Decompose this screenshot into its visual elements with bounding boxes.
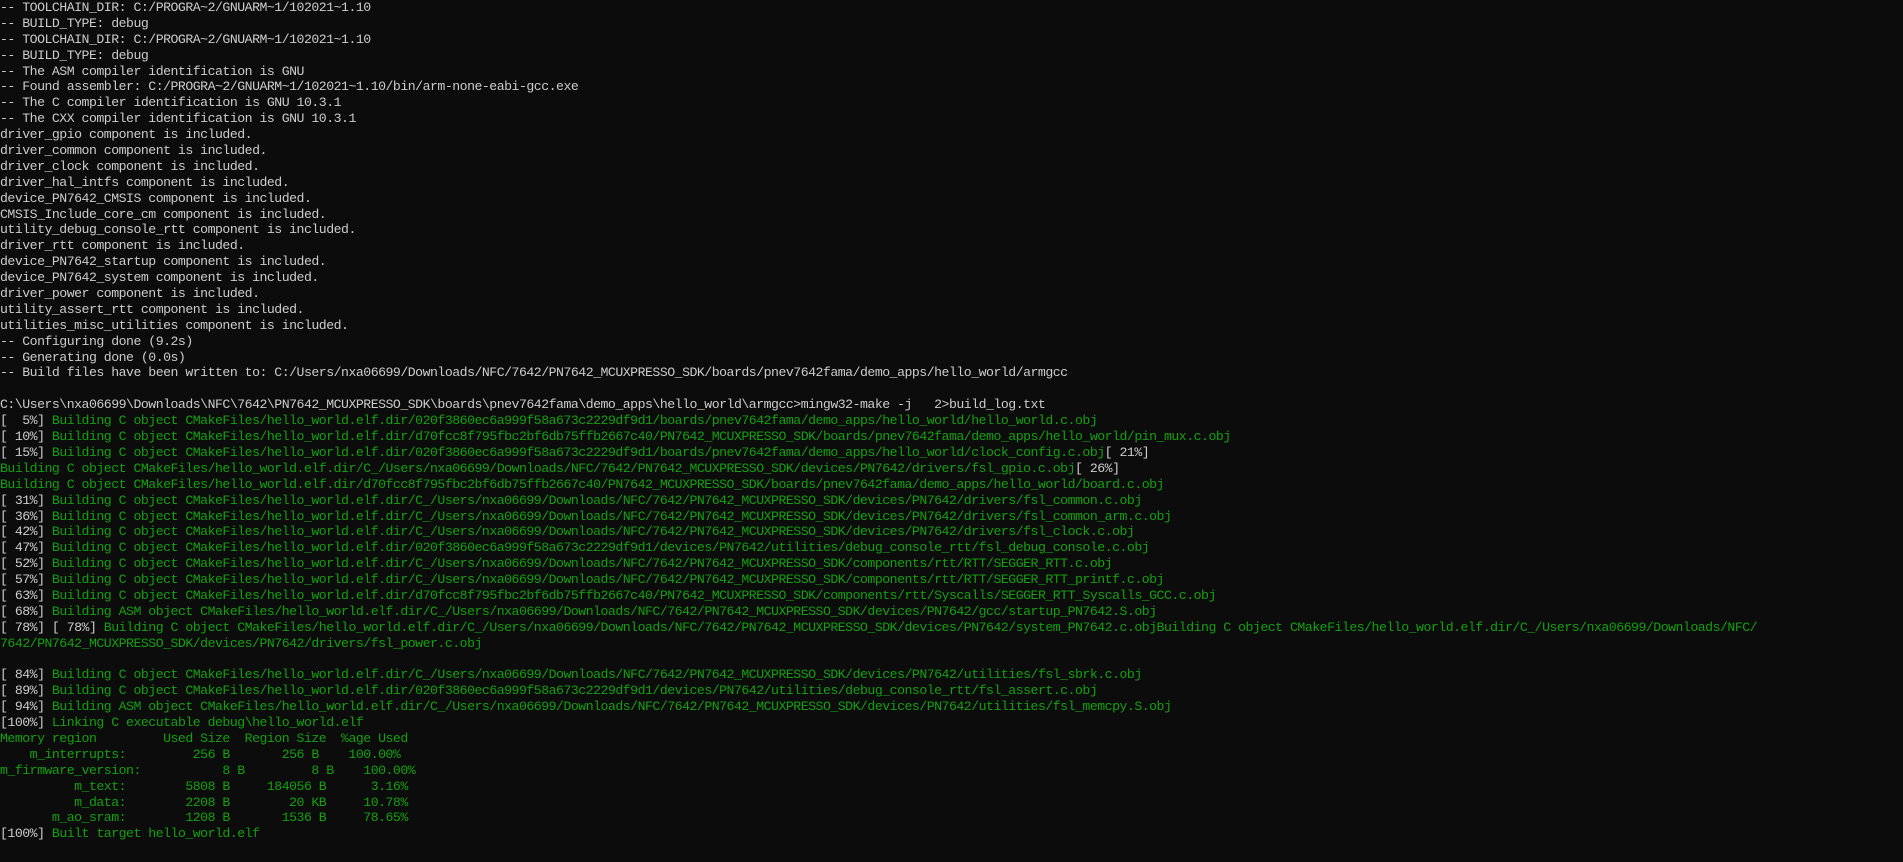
console-segment: [ 47%] [0,540,52,556]
console-line: device_PN7642_system component is includ… [0,270,319,286]
console-line: [ 5%] Building C object CMakeFiles/hello… [0,413,1903,429]
console-segment: [100%] [0,715,52,731]
console-line: utilities_misc_utilities component is in… [0,317,349,333]
console-segment: [ 36%] [0,508,52,524]
console-line: [ 89%] Building C object CMakeFiles/hell… [0,683,1903,699]
console-line: [ 52%] Building C object CMakeFiles/hell… [0,556,1903,572]
console-segment: Building C object CMakeFiles/hello_world… [0,460,1076,476]
console-line: Memory region Used Size Region Size %age… [0,730,408,746]
console-line: [ 78%] [ 78%] Building C object CMakeFil… [0,620,1903,636]
console-line: Building C object CMakeFiles/hello_world… [0,477,1903,493]
terminal-window[interactable]: -- TOOLCHAIN_DIR: C:/PROGRA~2/GNUARM~1/1… [0,0,1903,862]
console-line: -- Found assembler: C:/PROGRA~2/GNUARM~1… [0,79,579,95]
console-line: [ 68%] Building ASM object CMakeFiles/he… [0,604,1903,620]
console-segment: Building C object CMakeFiles/hello_world… [51,540,1150,556]
console-line: 7642/PN7642_MCUXPRESSO_SDK/devices/PN764… [0,635,482,651]
console-segment: [ 31%] [0,492,52,508]
console-line: [ 31%] Building C object CMakeFiles/hell… [0,493,1903,509]
console-segment: [ 15%] [0,444,52,460]
console-line: device_PN7642_startup component is inclu… [0,254,327,270]
console-line: -- The ASM compiler identification is GN… [0,63,304,79]
console-line: [100%] Linking C executable debug\hello_… [0,715,1903,731]
console-segment: [ 89%] [0,683,52,699]
console-segment: Building C object CMakeFiles/hello_world… [51,444,1105,460]
console-line: utility_debug_console_rtt component is i… [0,222,356,238]
console-segment: Building C object CMakeFiles/hello_world… [103,619,1758,635]
console-line: driver_hal_intfs component is included. [0,174,290,190]
console-line: [ 84%] Building C object CMakeFiles/hell… [0,667,1903,683]
console-line: [ 63%] Building C object CMakeFiles/hell… [0,588,1903,604]
console-segment: Building C object CMakeFiles/hello_world… [51,429,1231,445]
console-line: device_PN7642_CMSIS component is include… [0,190,312,206]
console-segment: [ 5%] [0,413,52,429]
console-line: [ 10%] Building C object CMakeFiles/hell… [0,429,1903,445]
console-segment: Built target hello_world.elf [51,826,260,842]
console-line: C:\Users\nxa06699\Downloads\NFC\7642\PN7… [0,397,1046,413]
console-line: m_ao_sram: 1208 B 1536 B 78.65% [0,810,408,826]
console-segment: [ 42%] [0,524,52,540]
console-line: -- BUILD_TYPE: debug [0,47,149,63]
console-line: [ 47%] Building C object CMakeFiles/hell… [0,540,1903,556]
console-line: [ 36%] Building C object CMakeFiles/hell… [0,509,1903,525]
console-segment: [ 84%] [0,667,52,683]
console-output: -- TOOLCHAIN_DIR: C:/PROGRA~2/GNUARM~1/1… [0,0,1903,842]
console-segment: [ 21%] [1104,444,1150,460]
console-segment: [ 63%] [0,587,52,603]
console-line: m_firmware_version: 8 B 8 B 100.00% [0,762,416,778]
console-line: driver_power component is included. [0,286,260,302]
console-segment: Linking C executable debug\hello_world.e… [51,715,364,731]
console-segment: Building C object CMakeFiles/hello_world… [51,572,1165,588]
console-line: [ 57%] Building C object CMakeFiles/hell… [0,572,1903,588]
console-segment: Building C object CMakeFiles/hello_world… [0,476,1164,492]
console-segment: Building C object CMakeFiles/hello_world… [51,667,1142,683]
console-segment: Building C object CMakeFiles/hello_world… [51,683,1098,699]
console-segment: Building ASM object CMakeFiles/hello_wor… [51,603,1157,619]
console-segment: Building C object CMakeFiles/hello_world… [51,587,1216,603]
console-line: -- BUILD_TYPE: debug [0,15,149,31]
console-line: -- Generating done (0.0s) [0,349,186,365]
console-line: m_text: 5808 B 184056 B 3.16% [0,778,408,794]
console-line: -- Build files have been written to: C:/… [0,365,1068,381]
console-line: CMSIS_Include_core_cm component is inclu… [0,206,327,222]
console-segment: [ 78%] [ 78%] [0,619,104,635]
console-segment: Building ASM object CMakeFiles/hello_wor… [51,699,1172,715]
console-line: driver_common component is included. [0,143,267,159]
console-segment: [ 68%] [0,603,52,619]
console-line: utility_assert_rtt component is included… [0,301,304,317]
console-segment: [100%] [0,826,52,842]
console-segment: Building C object CMakeFiles/hello_world… [51,508,1172,524]
console-segment: [ 52%] [0,556,52,572]
console-line: -- The C compiler identification is GNU … [0,95,342,111]
console-line: [ 42%] Building C object CMakeFiles/hell… [0,524,1903,540]
console-segment: [ 10%] [0,429,52,445]
console-segment: Building C object CMakeFiles/hello_world… [51,556,1113,572]
console-line: -- Configuring done (9.2s) [0,333,193,349]
console-line: Building C object CMakeFiles/hello_world… [0,461,1903,477]
console-segment: Building C object CMakeFiles/hello_world… [51,492,1142,508]
console-line: driver_clock component is included. [0,158,260,174]
console-segment: [ 26%] [1075,460,1120,476]
console-line: m_data: 2208 B 20 KB 10.78% [0,794,408,810]
console-line: [ 15%] Building C object CMakeFiles/hell… [0,445,1903,461]
console-line: -- The CXX compiler identification is GN… [0,111,356,127]
console-segment: Building C object CMakeFiles/hello_world… [51,413,1098,429]
console-segment: [ 94%] [0,699,52,715]
console-line: driver_rtt component is included. [0,238,245,254]
console-segment: Building C object CMakeFiles/hello_world… [51,524,1135,540]
console-segment: [ 57%] [0,572,52,588]
console-line: driver_gpio component is included. [0,127,253,143]
console-line: -- TOOLCHAIN_DIR: C:/PROGRA~2/GNUARM~1/1… [0,31,371,47]
console-line: [ 94%] Building ASM object CMakeFiles/he… [0,699,1903,715]
console-line: -- TOOLCHAIN_DIR: C:/PROGRA~2/GNUARM~1/1… [0,0,371,15]
console-line: m_interrupts: 256 B 256 B 100.00% [0,746,401,762]
console-line: [100%] Built target hello_world.elf [0,826,1903,842]
